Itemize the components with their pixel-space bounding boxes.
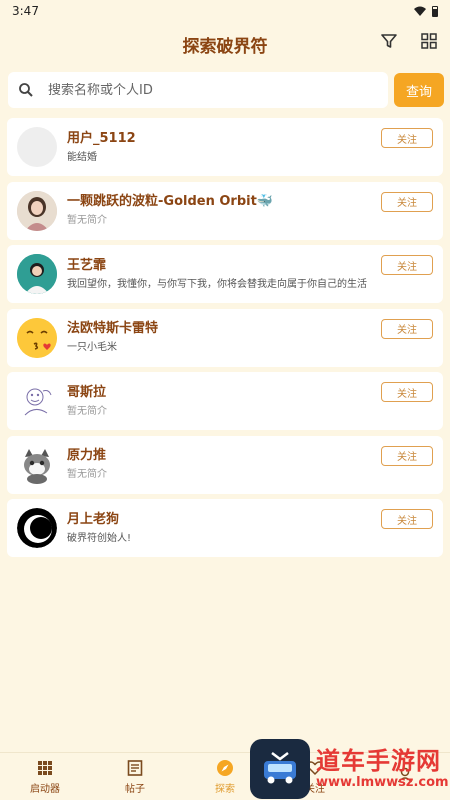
- document-icon: [127, 759, 143, 776]
- grid-view-icon[interactable]: [420, 32, 438, 50]
- user-bio: 一只小毛米: [67, 342, 117, 353]
- avatar[interactable]: [17, 317, 57, 358]
- search-input[interactable]: [48, 82, 348, 98]
- search-icon: [19, 83, 33, 97]
- follow-button[interactable]: 关注: [381, 318, 433, 339]
- user-bio: 能结婚: [67, 151, 97, 163]
- avatar[interactable]: [17, 508, 57, 548]
- cat-icon: [24, 448, 50, 484]
- avatar[interactable]: [17, 127, 57, 167]
- avatar[interactable]: [17, 381, 57, 421]
- user-name: 哥斯拉: [67, 384, 107, 400]
- compass-icon: [217, 759, 233, 776]
- status-icons: [414, 5, 438, 17]
- nav-label: 帖子: [125, 783, 145, 795]
- watermark-text: 道车手游网: [316, 747, 441, 775]
- avatar-photo-icon: [17, 190, 57, 231]
- user-bio: 暂无简介: [67, 405, 107, 417]
- avatar[interactable]: [17, 190, 57, 231]
- follow-button[interactable]: 关注: [381, 191, 433, 212]
- list-item[interactable]: 月上老狗 破界符创始人! 关注: [7, 499, 443, 557]
- list-item[interactable]: 一颗跳跃的波粒-Golden Orbit🐳 暂无简介 关注: [7, 181, 443, 240]
- search-box[interactable]: [8, 72, 388, 108]
- user-name: 用户_5112: [67, 130, 136, 146]
- status-time: 3:47: [12, 4, 39, 18]
- kiss-emoji-icon: [17, 317, 57, 358]
- user-bio: 我回望你，我懂你，与你写下我，你将会替我走向属于你自己的生活，你与我同在: [67, 278, 367, 290]
- nav-item-launcher[interactable]: 启动器: [0, 753, 90, 800]
- watermark-url: www.lmwwsz.com: [316, 775, 449, 790]
- user-name: 一颗跳跃的波粒-Golden Orbit🐳: [67, 194, 273, 209]
- list-item[interactable]: 哥斯拉 暂无简介 关注: [7, 372, 443, 430]
- follow-button[interactable]: 关注: [381, 128, 433, 148]
- watermark-logo-icon: [250, 739, 310, 799]
- user-bio: 暂无简介: [67, 215, 107, 226]
- status-bar: 3:47: [0, 0, 450, 22]
- user-list: 用户_5112 能结婚 关注 一颗跳跃的波粒-Golden Orbit🐳 暂无简…: [7, 118, 443, 563]
- nav-item-posts[interactable]: 帖子: [90, 753, 180, 800]
- nav-label: 探索: [215, 783, 235, 795]
- list-item[interactable]: 原力推 暂无简介 关注: [7, 435, 443, 494]
- app-header: 探索破界符: [0, 22, 450, 66]
- list-item[interactable]: 用户_5112 能结婚 关注: [7, 118, 443, 176]
- nav-label: 启动器: [30, 783, 60, 795]
- follow-button[interactable]: 关注: [381, 382, 433, 402]
- crescent-logo-icon: [17, 508, 57, 548]
- user-name: 王艺霏: [67, 257, 107, 273]
- avatar-photo-icon: [17, 254, 57, 294]
- follow-button[interactable]: 关注: [381, 445, 433, 466]
- grid-dots-icon: [38, 760, 52, 775]
- list-item[interactable]: 法欧特斯卡雷特 一只小毛米 关注: [7, 308, 443, 367]
- user-name: 法欧特斯卡雷特: [67, 321, 159, 336]
- user-name: 月上老狗: [67, 511, 120, 527]
- page-title: 探索破界符: [182, 36, 268, 57]
- avatar[interactable]: [17, 254, 57, 294]
- search-button[interactable]: 查询: [394, 73, 444, 107]
- watermark: 道车手游网 www.lmwwsz.com: [250, 738, 450, 800]
- user-name: 原力推: [67, 448, 107, 463]
- user-bio: 暂无简介: [67, 469, 107, 480]
- filter-icon[interactable]: [380, 32, 398, 50]
- battery-icon: [432, 5, 438, 17]
- wifi-icon: [414, 6, 426, 16]
- follow-button[interactable]: 关注: [381, 255, 433, 275]
- search-row: 查询: [8, 72, 444, 108]
- follow-button[interactable]: 关注: [381, 509, 433, 529]
- user-bio: 破界符创始人!: [67, 532, 132, 544]
- sketch-character-icon: [24, 388, 52, 416]
- list-item[interactable]: 王艺霏 我回望你，我懂你，与你写下我，你将会替我走向属于你自己的生活，你与我同在…: [7, 245, 443, 303]
- avatar[interactable]: [17, 444, 57, 485]
